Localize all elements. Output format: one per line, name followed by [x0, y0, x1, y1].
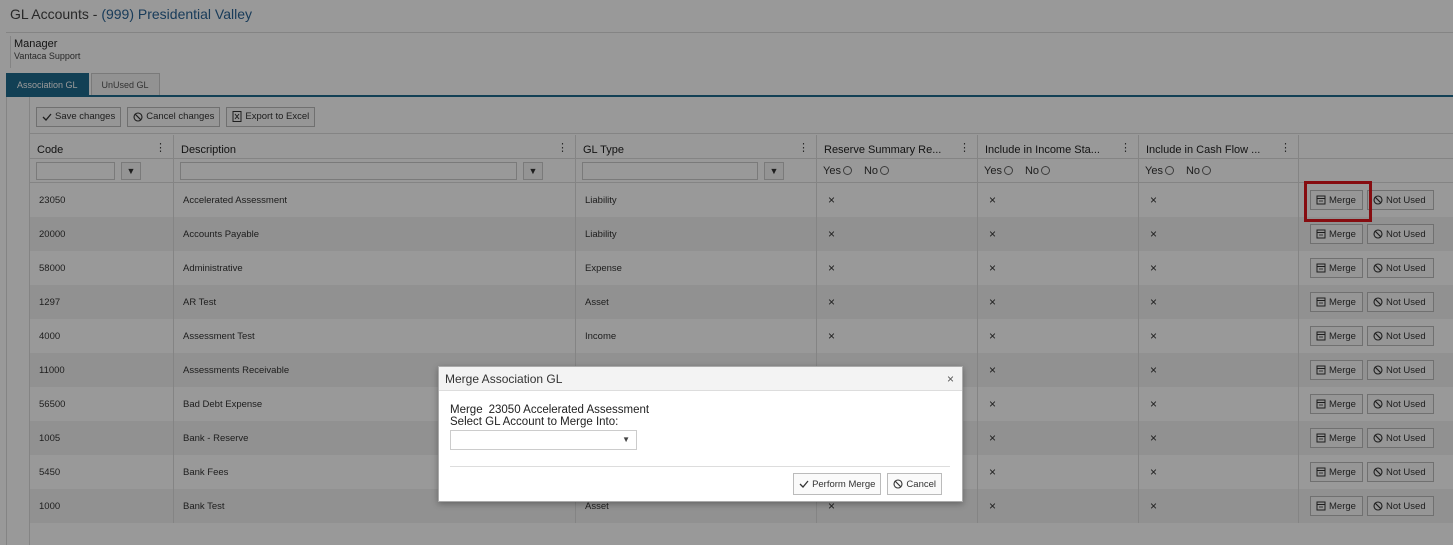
perform-merge-button[interactable]: Perform Merge — [793, 473, 882, 495]
close-icon[interactable]: × — [947, 372, 954, 386]
cancel-icon — [893, 479, 903, 489]
perform-merge-label: Perform Merge — [812, 478, 876, 490]
merge-label: Merge — [450, 404, 483, 416]
dialog-divider — [450, 466, 950, 467]
merge-summary: Merge 23050 Accelerated Assessment — [450, 404, 951, 416]
dialog-cancel-label: Cancel — [906, 478, 936, 490]
merge-into-dropdown[interactable]: ▼ — [450, 430, 637, 450]
dialog-title: Merge Association GL — [445, 371, 563, 386]
merge-dialog: Merge Association GL × Merge 23050 Accele… — [438, 366, 963, 502]
dropdown-arrow-icon: ▼ — [622, 435, 630, 444]
check-icon — [799, 479, 809, 489]
merge-account: 23050 Accelerated Assessment — [488, 404, 650, 416]
dialog-header: Merge Association GL × — [439, 367, 962, 391]
dialog-footer: Perform Merge Cancel — [793, 473, 942, 495]
select-account-label: Select GL Account to Merge Into: — [450, 416, 619, 428]
dialog-body: Merge 23050 Accelerated Assessment Select… — [439, 391, 962, 450]
dialog-cancel-button[interactable]: Cancel — [887, 473, 942, 495]
